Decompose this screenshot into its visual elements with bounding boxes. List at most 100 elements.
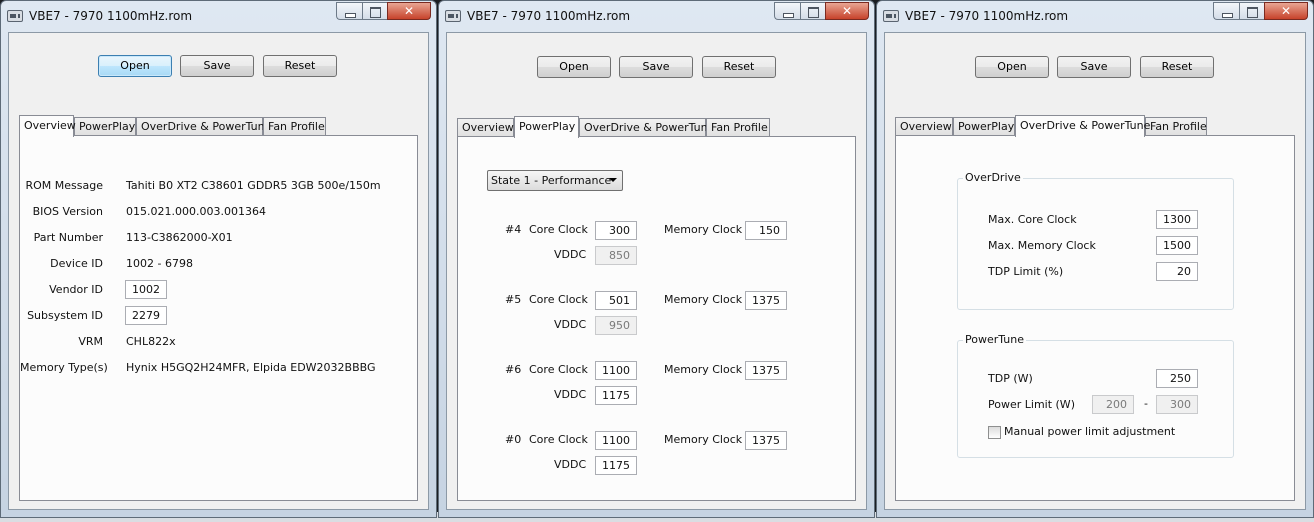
power-limit-min-input: 200 <box>1092 395 1134 414</box>
vddc-input[interactable]: 1175 <box>595 456 637 475</box>
tab-overdrive-powertune[interactable]: OverDrive & PowerTune <box>136 117 271 136</box>
save-button[interactable]: Save <box>1057 56 1131 78</box>
device-id-label: Device ID <box>50 257 103 270</box>
app-icon <box>883 10 899 22</box>
open-button[interactable]: Open <box>975 56 1049 78</box>
power-limit-max-input: 300 <box>1156 395 1198 414</box>
window-title: VBE7 - 7970 1100mHz.rom <box>905 9 1069 23</box>
tab-fan-profile[interactable]: Fan Profile <box>1145 117 1207 136</box>
bios-version-value: 015.021.000.003.001364 <box>126 205 266 218</box>
close-icon: ✕ <box>841 4 853 18</box>
core-clock-label: Core Clock <box>529 363 588 376</box>
minimize-button[interactable] <box>1213 2 1239 20</box>
memory-clock-input[interactable]: 1375 <box>745 431 787 450</box>
vddc-label: VDDC <box>554 388 587 401</box>
close-icon: ✕ <box>1280 4 1292 18</box>
core-clock-label: Core Clock <box>529 223 588 236</box>
open-button[interactable]: Open <box>537 56 611 78</box>
vddc-label: VDDC <box>554 248 587 261</box>
vendor-id-input[interactable]: 1002 <box>125 280 167 299</box>
minimize-button[interactable] <box>336 2 362 20</box>
max-memory-clock-label: Max. Memory Clock <box>988 239 1096 252</box>
window-title: VBE7 - 7970 1100mHz.rom <box>29 9 193 23</box>
rom-message-value: Tahiti B0 XT2 C38601 GDDR5 3GB 500e/150m <box>126 179 381 192</box>
save-button[interactable]: Save <box>180 55 254 77</box>
minimize-button[interactable] <box>774 2 800 20</box>
tab-powerplay[interactable]: PowerPlay <box>514 116 579 138</box>
powerplay-page: State 1 - Performance #4 Core Clock 300 … <box>457 136 856 501</box>
tab-overdrive-powertune[interactable]: OverDrive & PowerTune <box>579 118 714 137</box>
tab-powerplay[interactable]: PowerPlay <box>953 117 1015 136</box>
manual-power-limit-checkbox[interactable] <box>988 426 1001 439</box>
app-icon <box>445 10 461 22</box>
title-bar[interactable]: VBE7 - 7970 1100mHz.rom ✕ <box>1 1 436 31</box>
app-icon <box>7 10 23 22</box>
overdrive-powertune-page: OverDrive Max. Core Clock 1300 Max. Memo… <box>895 135 1295 501</box>
overdrive-group-title: OverDrive <box>963 171 1023 184</box>
max-core-clock-input[interactable]: 1300 <box>1156 210 1198 229</box>
vddc-label: VDDC <box>554 458 587 471</box>
powertune-group-title: PowerTune <box>963 333 1027 346</box>
powertune-group: PowerTune TDP (W) 250 Power Limit (W) 20… <box>957 333 1234 458</box>
reset-button[interactable]: Reset <box>702 56 776 78</box>
vrm-value: CHL822x <box>126 335 176 348</box>
open-button[interactable]: Open <box>98 55 172 77</box>
vddc-input: 950 <box>595 316 637 335</box>
state-select[interactable]: State 1 - Performance <box>487 170 623 191</box>
subsystem-id-input[interactable]: 2279 <box>125 306 167 325</box>
tdp-limit-label: TDP Limit (%) <box>988 265 1064 278</box>
core-clock-label: Core Clock <box>529 293 588 306</box>
memory-type-label: Memory Type(s) <box>20 361 108 374</box>
tdp-input[interactable]: 250 <box>1156 369 1198 388</box>
client-area: Open Save Reset Overview PowerPlay OverD… <box>446 32 867 510</box>
device-id-value: 1002 - 6798 <box>126 257 193 270</box>
close-icon: ✕ <box>403 4 415 18</box>
memory-type-value: Hynix H5GQ2H24MFR, Elpida EDW2032BBBG <box>126 361 376 374</box>
rom-message-label: ROM Message <box>25 179 104 192</box>
part-number-value: 113-C3862000-X01 <box>126 231 233 244</box>
vddc-input: 850 <box>595 246 637 265</box>
vrm-label: VRM <box>78 335 103 348</box>
state-select-value: State 1 - Performance <box>491 174 612 187</box>
client-area: Open Save Reset Overview PowerPlay OverD… <box>884 32 1306 510</box>
save-button[interactable]: Save <box>619 56 693 78</box>
tab-overview[interactable]: Overview <box>19 115 76 137</box>
maximize-button[interactable] <box>362 2 387 20</box>
window-overdrive-powertune: VBE7 - 7970 1100mHz.rom ✕ Open Save Rese… <box>876 0 1314 518</box>
client-area: Open Save Reset Overview PowerPlay OverD… <box>8 32 429 510</box>
tab-fan-profile[interactable]: Fan Profile <box>706 118 770 137</box>
chevron-down-icon <box>609 178 617 182</box>
title-bar[interactable]: VBE7 - 7970 1100mHz.rom ✕ <box>877 1 1313 31</box>
core-clock-input[interactable]: 1100 <box>595 431 637 450</box>
title-bar[interactable]: VBE7 - 7970 1100mHz.rom ✕ <box>439 1 874 31</box>
tab-overdrive-powertune[interactable]: OverDrive & PowerTune <box>1015 115 1150 137</box>
max-core-clock-label: Max. Core Clock <box>988 213 1077 226</box>
close-button[interactable]: ✕ <box>825 2 869 20</box>
manual-power-limit-label[interactable]: Manual power limit adjustment <box>1004 425 1175 438</box>
state-id: #6 <box>505 363 522 376</box>
core-clock-input[interactable]: 1100 <box>595 361 637 380</box>
tab-overview[interactable]: Overview <box>895 117 953 136</box>
core-clock-input[interactable]: 300 <box>595 221 637 240</box>
memory-clock-input[interactable]: 1375 <box>745 291 787 310</box>
reset-button[interactable]: Reset <box>1140 56 1214 78</box>
core-clock-input[interactable]: 501 <box>595 291 637 310</box>
close-button[interactable]: ✕ <box>387 2 431 20</box>
maximize-button[interactable] <box>1239 2 1264 20</box>
tab-fan-profile[interactable]: Fan Profile <box>263 117 326 136</box>
tab-overview[interactable]: Overview <box>457 118 514 137</box>
tab-powerplay[interactable]: PowerPlay <box>74 117 136 136</box>
maximize-button[interactable] <box>800 2 825 20</box>
memory-clock-input[interactable]: 1375 <box>745 361 787 380</box>
vddc-input[interactable]: 1175 <box>595 386 637 405</box>
core-clock-label: Core Clock <box>529 433 588 446</box>
reset-button[interactable]: Reset <box>263 55 337 77</box>
close-button[interactable]: ✕ <box>1264 2 1308 20</box>
memory-clock-input[interactable]: 150 <box>745 221 787 240</box>
part-number-label: Part Number <box>33 231 103 244</box>
tdp-limit-input[interactable]: 20 <box>1156 262 1198 281</box>
memory-clock-label: Memory Clock <box>664 293 743 306</box>
power-limit-label: Power Limit (W) <box>988 398 1075 411</box>
max-memory-clock-input[interactable]: 1500 <box>1156 236 1198 255</box>
window-powerplay: VBE7 - 7970 1100mHz.rom ✕ Open Save Rese… <box>438 0 875 518</box>
